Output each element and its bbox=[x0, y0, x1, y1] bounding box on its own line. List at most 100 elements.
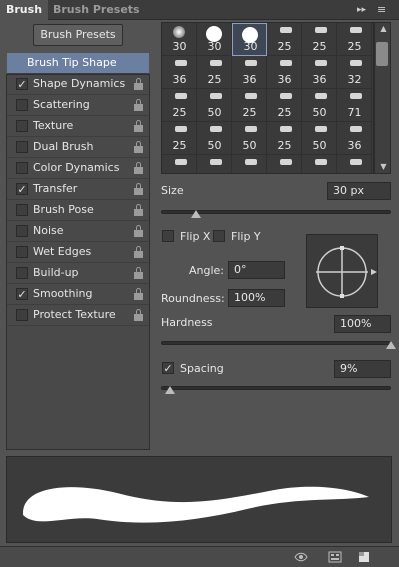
spacing-slider-track[interactable] bbox=[161, 386, 391, 390]
brush-option-brush-pose[interactable]: Brush Pose bbox=[7, 200, 149, 221]
tab-brush-presets[interactable]: Brush Presets bbox=[47, 0, 146, 20]
panel-menu-icon[interactable]: ≡ bbox=[377, 4, 386, 16]
brush-presets-button[interactable]: Brush Presets bbox=[33, 24, 123, 46]
bristle-brush-icon bbox=[315, 60, 327, 66]
brush-tip-cell[interactable]: 36 bbox=[162, 56, 197, 89]
hardness-slider-track[interactable] bbox=[161, 341, 391, 345]
option-checkbox[interactable]: ✓ bbox=[16, 78, 28, 90]
lock-icon[interactable] bbox=[134, 225, 143, 237]
option-checkbox[interactable] bbox=[16, 120, 28, 132]
option-checkbox[interactable] bbox=[16, 309, 28, 321]
brush-size-label: 25 bbox=[312, 40, 327, 53]
option-checkbox[interactable] bbox=[16, 99, 28, 111]
brush-size-label: 25 bbox=[277, 106, 292, 119]
brush-tip-cell[interactable]: 50 bbox=[197, 89, 232, 122]
angle-roundness-widget[interactable] bbox=[306, 234, 378, 308]
scroll-up-arrow-icon[interactable]: ▲ bbox=[375, 24, 392, 33]
spacing-slider-knob[interactable] bbox=[165, 386, 176, 394]
brush-option-shape-dynamics[interactable]: ✓ Shape Dynamics bbox=[7, 74, 149, 95]
brush-size-label: 36 bbox=[172, 73, 187, 86]
brush-tip-cell[interactable] bbox=[232, 155, 267, 173]
brush-tip-cell[interactable]: 50 bbox=[302, 89, 337, 122]
option-checkbox[interactable] bbox=[16, 267, 28, 279]
option-checkbox[interactable]: ✓ bbox=[16, 183, 28, 195]
lock-icon[interactable] bbox=[134, 141, 143, 153]
flip-x-checkbox[interactable] bbox=[162, 230, 174, 242]
lock-icon[interactable] bbox=[134, 99, 143, 111]
scroll-down-arrow-icon[interactable]: ▼ bbox=[375, 162, 392, 171]
brush-tip-cell[interactable]: 25 bbox=[162, 89, 197, 122]
option-checkbox[interactable] bbox=[16, 204, 28, 216]
brush-tip-cell[interactable]: 25 bbox=[302, 23, 337, 56]
hardness-slider-knob[interactable] bbox=[386, 341, 396, 349]
lock-icon[interactable] bbox=[134, 78, 143, 90]
brush-option-texture[interactable]: Texture bbox=[7, 116, 149, 137]
brush-option-build-up[interactable]: Build-up bbox=[7, 263, 149, 284]
brush-tip-cell[interactable]: 30 bbox=[162, 23, 197, 56]
toggle-live-tip-icon[interactable] bbox=[294, 551, 308, 563]
brush-option-color-dynamics[interactable]: Color Dynamics bbox=[7, 158, 149, 179]
brush-tip-cell[interactable]: 50 bbox=[302, 122, 337, 155]
brush-tip-cell[interactable]: 25 bbox=[197, 56, 232, 89]
brush-option-dual-brush[interactable]: Dual Brush bbox=[7, 137, 149, 158]
brush-option-noise[interactable]: Noise bbox=[7, 221, 149, 242]
tab-brush[interactable]: Brush bbox=[0, 0, 49, 20]
brush-tip-cell[interactable]: 36 bbox=[232, 56, 267, 89]
lock-icon[interactable] bbox=[134, 309, 143, 321]
new-brush-icon[interactable] bbox=[357, 551, 371, 563]
brush-tip-cell[interactable]: 36 bbox=[267, 56, 302, 89]
brush-option-smoothing[interactable]: ✓ Smoothing bbox=[7, 284, 149, 305]
option-checkbox[interactable] bbox=[16, 141, 28, 153]
grid-view-icon[interactable] bbox=[328, 551, 342, 563]
bristle-brush-icon bbox=[245, 60, 257, 66]
angle-field[interactable]: 0° bbox=[228, 261, 285, 279]
option-checkbox[interactable] bbox=[16, 225, 28, 237]
brush-option-wet-edges[interactable]: Wet Edges bbox=[7, 242, 149, 263]
brush-option-brush-tip-shape[interactable]: Brush Tip Shape bbox=[7, 53, 149, 74]
brush-tip-cell[interactable]: 30 bbox=[197, 23, 232, 56]
brush-tip-cell[interactable]: 25 bbox=[267, 122, 302, 155]
brush-tip-cell[interactable]: 50 bbox=[197, 122, 232, 155]
brush-tip-cell[interactable]: 25 bbox=[232, 89, 267, 122]
brush-tip-cell[interactable]: 36 bbox=[337, 122, 372, 155]
brush-tip-cell[interactable]: 25 bbox=[267, 89, 302, 122]
brush-tip-cell[interactable]: 25 bbox=[337, 23, 372, 56]
roundness-field[interactable]: 100% bbox=[228, 289, 285, 307]
brush-option-transfer[interactable]: ✓ Transfer bbox=[7, 179, 149, 200]
lock-icon[interactable] bbox=[134, 120, 143, 132]
brush-option-protect-texture[interactable]: Protect Texture bbox=[7, 305, 149, 326]
lock-icon[interactable] bbox=[134, 288, 143, 300]
scroll-thumb[interactable] bbox=[376, 42, 388, 66]
lock-icon[interactable] bbox=[134, 267, 143, 279]
lock-icon[interactable] bbox=[134, 183, 143, 195]
lock-icon[interactable] bbox=[134, 162, 143, 174]
option-checkbox[interactable] bbox=[16, 162, 28, 174]
brush-tip-cell[interactable] bbox=[197, 155, 232, 173]
lock-icon[interactable] bbox=[134, 246, 143, 258]
brush-tip-cell[interactable]: 30 bbox=[232, 23, 267, 56]
flip-y-checkbox[interactable] bbox=[213, 230, 225, 242]
brush-tip-cell[interactable]: 32 bbox=[337, 56, 372, 89]
spacing-field[interactable]: 9% bbox=[334, 360, 391, 378]
brush-tip-cell[interactable] bbox=[337, 155, 372, 173]
spacing-checkbox[interactable]: ✓ bbox=[162, 362, 174, 374]
brush-tip-cell[interactable] bbox=[302, 155, 337, 173]
brush-tip-cell[interactable]: 25 bbox=[267, 23, 302, 56]
bristle-brush-icon bbox=[245, 93, 257, 99]
size-slider-knob[interactable] bbox=[190, 210, 201, 218]
collapse-panel-icon[interactable]: ▸▸ bbox=[357, 4, 366, 16]
lock-icon[interactable] bbox=[134, 204, 143, 216]
size-field[interactable]: 30 px bbox=[327, 182, 391, 200]
brush-tip-cell[interactable]: 71 bbox=[337, 89, 372, 122]
bristle-brush-icon bbox=[210, 159, 222, 165]
option-checkbox[interactable]: ✓ bbox=[16, 288, 28, 300]
brush-tip-cell[interactable]: 50 bbox=[232, 122, 267, 155]
bristle-brush-icon bbox=[210, 93, 222, 99]
brush-option-scattering[interactable]: Scattering bbox=[7, 95, 149, 116]
hardness-field[interactable]: 100% bbox=[334, 315, 391, 333]
brush-tip-cell[interactable] bbox=[267, 155, 302, 173]
brush-tip-cell[interactable] bbox=[162, 155, 197, 173]
brush-tip-cell[interactable]: 25 bbox=[162, 122, 197, 155]
brush-tip-cell[interactable]: 36 bbox=[302, 56, 337, 89]
option-checkbox[interactable] bbox=[16, 246, 28, 258]
